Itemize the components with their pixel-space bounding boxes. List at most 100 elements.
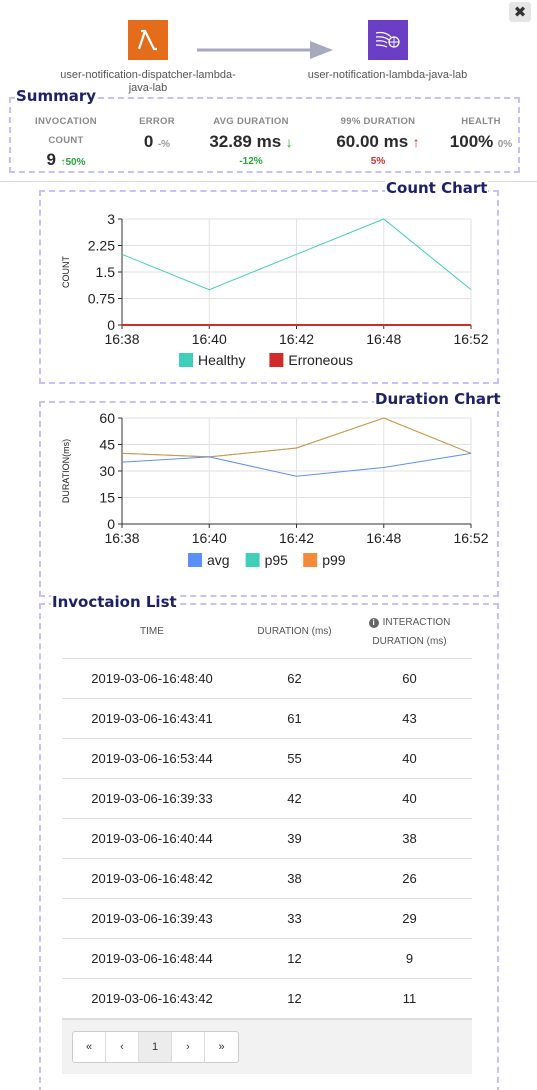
cell-time: 2019-03-06-16:43:42 xyxy=(62,978,242,1019)
x-tick-label: 16:52 xyxy=(453,331,488,347)
y-tick-label: 30 xyxy=(99,463,115,479)
invocation-table: TIME DURATION (ms) i INTERACTION DURATION… xyxy=(62,606,472,1019)
p99-label: 99% DURATION xyxy=(340,116,416,127)
first-page-button[interactable]: « xyxy=(73,1032,106,1062)
x-tick-label: 16:48 xyxy=(366,331,401,347)
y-tick-label: 60 xyxy=(99,410,115,426)
legend-swatch-healthy xyxy=(179,353,193,367)
service-flow: user-notification-dispatcher-lambda-java… xyxy=(0,0,537,95)
error-stat: ERROR 0 -% xyxy=(122,112,192,152)
avg-change: -12% xyxy=(239,156,263,167)
arrow-down-icon: ↓ xyxy=(285,134,293,150)
legend-label-avg: avg xyxy=(207,552,230,568)
cell-duration: 42 xyxy=(242,778,347,819)
cell-interaction-duration: 60 xyxy=(347,658,472,699)
table-row[interactable]: 2019-03-06-16:39:33 42 40 xyxy=(62,778,472,819)
legend-swatch-p95 xyxy=(245,553,260,567)
col-time[interactable]: TIME xyxy=(62,606,242,659)
arrow-up-icon: ↑ xyxy=(412,134,420,150)
cell-duration: 39 xyxy=(242,818,347,859)
cell-duration: 33 xyxy=(242,898,347,939)
legend-label-healthy: Healthy xyxy=(198,352,245,368)
cell-time: 2019-03-06-16:40:44 xyxy=(62,818,242,859)
table-row[interactable]: 2019-03-06-16:48:42 38 26 xyxy=(62,858,472,899)
cell-interaction-duration: 40 xyxy=(347,778,472,819)
invocation-label: INVOCATION xyxy=(35,116,97,127)
cell-time: 2019-03-06-16:39:43 xyxy=(62,898,242,939)
eventbridge-icon xyxy=(367,20,408,60)
prev-page-button[interactable]: ‹ xyxy=(106,1032,139,1062)
y-tick-label: 45 xyxy=(99,437,115,453)
cell-duration: 61 xyxy=(242,698,347,739)
cell-duration: 55 xyxy=(242,738,347,779)
summary-title: Summary xyxy=(15,87,98,105)
lambda-icon xyxy=(128,20,168,60)
cell-time: 2019-03-06-16:53:44 xyxy=(62,738,242,779)
cell-duration: 12 xyxy=(242,978,347,1019)
cell-interaction-duration: 43 xyxy=(347,698,472,739)
last-page-button[interactable]: » xyxy=(205,1032,238,1062)
col-interaction-duration[interactable]: i INTERACTION DURATION (ms) xyxy=(347,606,472,659)
cell-time: 2019-03-06-16:48:44 xyxy=(62,938,242,979)
cell-time: 2019-03-06-16:43:41 xyxy=(62,698,242,739)
table-row[interactable]: 2019-03-06-16:48:40 62 60 xyxy=(62,658,472,699)
cell-interaction-duration: 29 xyxy=(347,898,472,939)
info-icon[interactable]: i xyxy=(368,617,379,628)
next-page-button[interactable]: › xyxy=(172,1032,205,1062)
avg-duration-stat: AVG DURATION 32.89 ms ↓ -12% xyxy=(196,112,306,167)
legend-label-p99: p99 xyxy=(322,552,346,568)
x-tick-label: 16:40 xyxy=(192,331,227,347)
health-value: 100% xyxy=(449,132,494,151)
avg-label: AVG DURATION xyxy=(213,116,289,127)
table-row[interactable]: 2019-03-06-16:43:41 61 43 xyxy=(62,698,472,739)
y-tick-label: 1.5 xyxy=(96,264,116,280)
table-row[interactable]: 2019-03-06-16:53:44 55 40 xyxy=(62,738,472,779)
count-chart-title: Count Chart xyxy=(385,179,489,197)
error-label: ERROR xyxy=(139,116,175,127)
col-interaction-label-2: DURATION (ms) xyxy=(372,635,447,647)
duration-chart-title: Duration Chart xyxy=(374,390,502,408)
health-stat: HEALTH 100% 0% xyxy=(442,112,520,152)
legend-label-erroneous: Erroneous xyxy=(288,352,353,368)
legend-swatch-p99 xyxy=(303,553,318,567)
page-1-button[interactable]: 1 xyxy=(139,1032,172,1062)
legend-swatch-erroneous xyxy=(269,353,284,367)
invocation-value: 9 xyxy=(46,150,56,169)
target-node-name: user-notification-lambda-java-lab xyxy=(307,69,468,81)
legend-swatch-avg xyxy=(188,553,202,567)
cell-duration: 12 xyxy=(242,938,347,979)
x-tick-label: 16:38 xyxy=(104,530,139,546)
table-row[interactable]: 2019-03-06-16:39:43 33 29 xyxy=(62,898,472,939)
x-tick-label: 16:52 xyxy=(453,530,488,546)
table-row[interactable]: 2019-03-06-16:43:42 12 11 xyxy=(62,978,472,1019)
pagination: « ‹ 1 › » xyxy=(72,1031,239,1063)
table-row[interactable]: 2019-03-06-16:48:44 12 9 xyxy=(62,938,472,979)
invocation-count-stat: INVOCATION COUNT 9 ↑50% xyxy=(22,112,110,170)
x-tick-label: 16:48 xyxy=(366,530,401,546)
cell-interaction-duration: 9 xyxy=(347,938,472,979)
cell-time: 2019-03-06-16:48:42 xyxy=(62,858,242,899)
y-tick-label: 2.25 xyxy=(88,238,115,254)
cell-duration: 62 xyxy=(242,658,347,699)
col-duration[interactable]: DURATION (ms) xyxy=(242,606,347,659)
table-row[interactable]: 2019-03-06-16:40:44 39 38 xyxy=(62,818,472,859)
cell-duration: 38 xyxy=(242,858,347,899)
health-change: 0% xyxy=(497,139,513,150)
y-tick-label: 3 xyxy=(107,211,115,227)
y-axis-label: COUNT xyxy=(61,256,71,288)
cell-time: 2019-03-06-16:39:33 xyxy=(62,778,242,819)
invocation-label-2: COUNT xyxy=(48,135,84,146)
target-node[interactable]: user-notification-lambda-java-lab xyxy=(290,20,485,82)
health-label: HEALTH xyxy=(461,116,501,127)
legend-label-p95: p95 xyxy=(265,552,289,568)
cell-interaction-duration: 26 xyxy=(347,858,472,899)
x-tick-label: 16:42 xyxy=(279,530,314,546)
error-value: 0 xyxy=(143,132,154,151)
x-tick-label: 16:38 xyxy=(104,331,139,347)
y-tick-label: 15 xyxy=(99,490,115,506)
invocation-change: ↑50% xyxy=(60,157,86,168)
avg-value: 32.89 ms xyxy=(209,132,282,151)
cell-interaction-duration: 38 xyxy=(347,818,472,859)
p99-duration-stat: 99% DURATION 60.00 ms ↑ 5% xyxy=(326,112,430,167)
y-axis-label: DURATION(ms) xyxy=(61,439,71,503)
